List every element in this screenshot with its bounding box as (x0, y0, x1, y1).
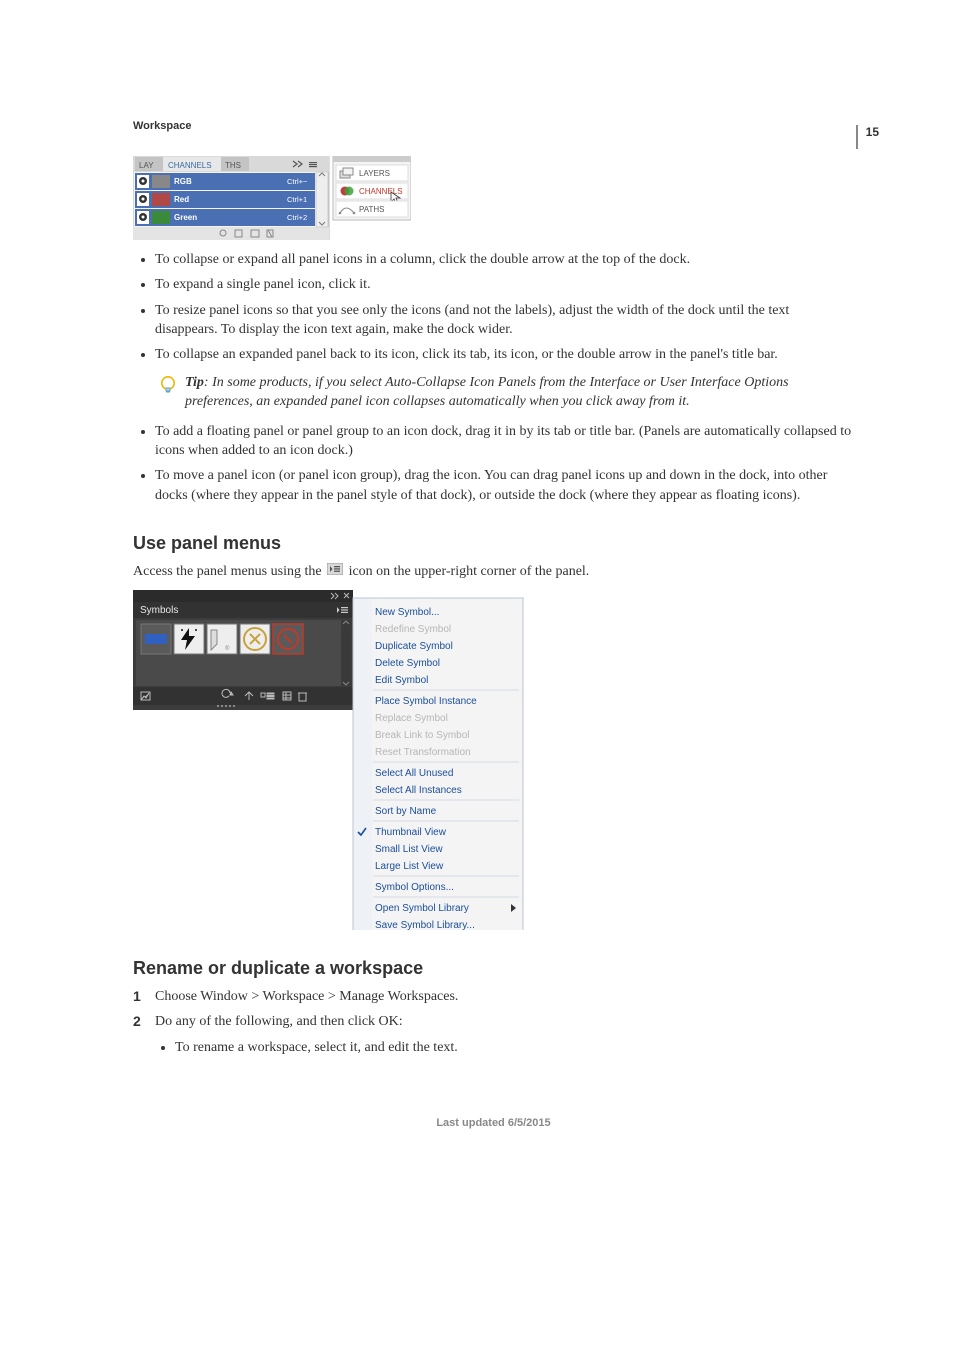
svg-text:RGB: RGB (174, 177, 192, 186)
svg-text:Ctrl+2: Ctrl+2 (287, 213, 307, 222)
svg-text:Red: Red (174, 195, 189, 204)
svg-text:PATHS: PATHS (359, 205, 384, 214)
step-item: Choose Window > Workspace > Manage Works… (133, 987, 854, 1007)
menu-item[interactable]: New Symbol... (375, 607, 439, 618)
svg-text:CHANNELS: CHANNELS (359, 187, 403, 196)
panel-menus-body: Access the panel menus using the icon on… (133, 562, 854, 582)
svg-text:®: ® (225, 645, 230, 652)
substep-item: To rename a workspace, select it, and ed… (175, 1038, 854, 1058)
steps-list: Choose Window > Workspace > Manage Works… (133, 987, 854, 1058)
page-number: 15 (856, 125, 879, 149)
footer-last-updated: Last updated 6/5/2015 (133, 1117, 854, 1129)
menu-item[interactable]: Save Symbol Library... (375, 920, 475, 930)
list-item: To collapse an expanded panel back to it… (155, 345, 854, 364)
menu-item: Break Link to Symbol (375, 730, 470, 741)
svg-text:LAYERS: LAYERS (359, 169, 390, 178)
svg-text:Green: Green (174, 213, 197, 222)
bullet-list-2: To add a floating panel or panel group t… (133, 422, 854, 505)
step-item: Do any of the following, and then click … (133, 1012, 854, 1057)
menu-item[interactable]: Edit Symbol (375, 675, 428, 686)
tip-text: : In some products, if you select Auto-C… (185, 375, 789, 410)
tab-channels: CHANNELS (168, 161, 212, 170)
svg-text:Symbols: Symbols (140, 605, 178, 616)
menu-item: Reset Transformation (375, 747, 471, 758)
menu-item[interactable]: Thumbnail View (375, 827, 447, 838)
menu-item[interactable]: Symbol Options... (375, 882, 454, 893)
lightbulb-icon (159, 375, 177, 397)
svg-text:Ctrl+1: Ctrl+1 (287, 195, 307, 204)
panel-menu-icon (327, 562, 343, 582)
menu-item[interactable]: Delete Symbol (375, 658, 440, 669)
list-item: To move a panel icon (or panel icon grou… (155, 466, 854, 505)
list-item: To expand a single panel icon, click it. (155, 275, 854, 294)
tab-lay: LAY (139, 161, 154, 170)
list-item: To resize panel icons so that you see on… (155, 301, 854, 340)
menu-item: Redefine Symbol (375, 624, 451, 635)
section-title-panel-menus: Use panel menus (133, 533, 854, 554)
menu-item[interactable]: Large List View (375, 861, 444, 872)
menu-item[interactable]: Small List View (375, 844, 443, 855)
list-item: To collapse or expand all panel icons in… (155, 250, 854, 269)
tab-ths: THS (225, 161, 241, 170)
menu-item[interactable]: Place Symbol Instance (375, 696, 477, 707)
svg-text:Ctrl+~: Ctrl+~ (287, 177, 308, 186)
menu-item: Replace Symbol (375, 713, 448, 724)
tip-block: Tip: In some products, if you select Aut… (159, 373, 854, 412)
menu-item[interactable]: Sort by Name (375, 806, 437, 817)
figure-channels-panel: LAY CHANNELS THS RGB Ctrl+~ Red Ctrl+1 (133, 156, 854, 240)
figure-symbols-panel-menu: Symbols ® (133, 590, 854, 930)
menu-item[interactable]: Open Symbol Library (375, 903, 469, 914)
section-title-rename: Rename or duplicate a workspace (133, 958, 854, 979)
menu-item[interactable]: Duplicate Symbol (375, 641, 453, 652)
bullet-list-1: To collapse or expand all panel icons in… (133, 250, 854, 365)
menu-item[interactable]: Select All Unused (375, 768, 453, 779)
menu-item[interactable]: Select All Instances (375, 785, 462, 796)
list-item: To add a floating panel or panel group t… (155, 422, 854, 461)
header-label: Workspace (133, 120, 854, 132)
tip-label: Tip (185, 375, 204, 390)
